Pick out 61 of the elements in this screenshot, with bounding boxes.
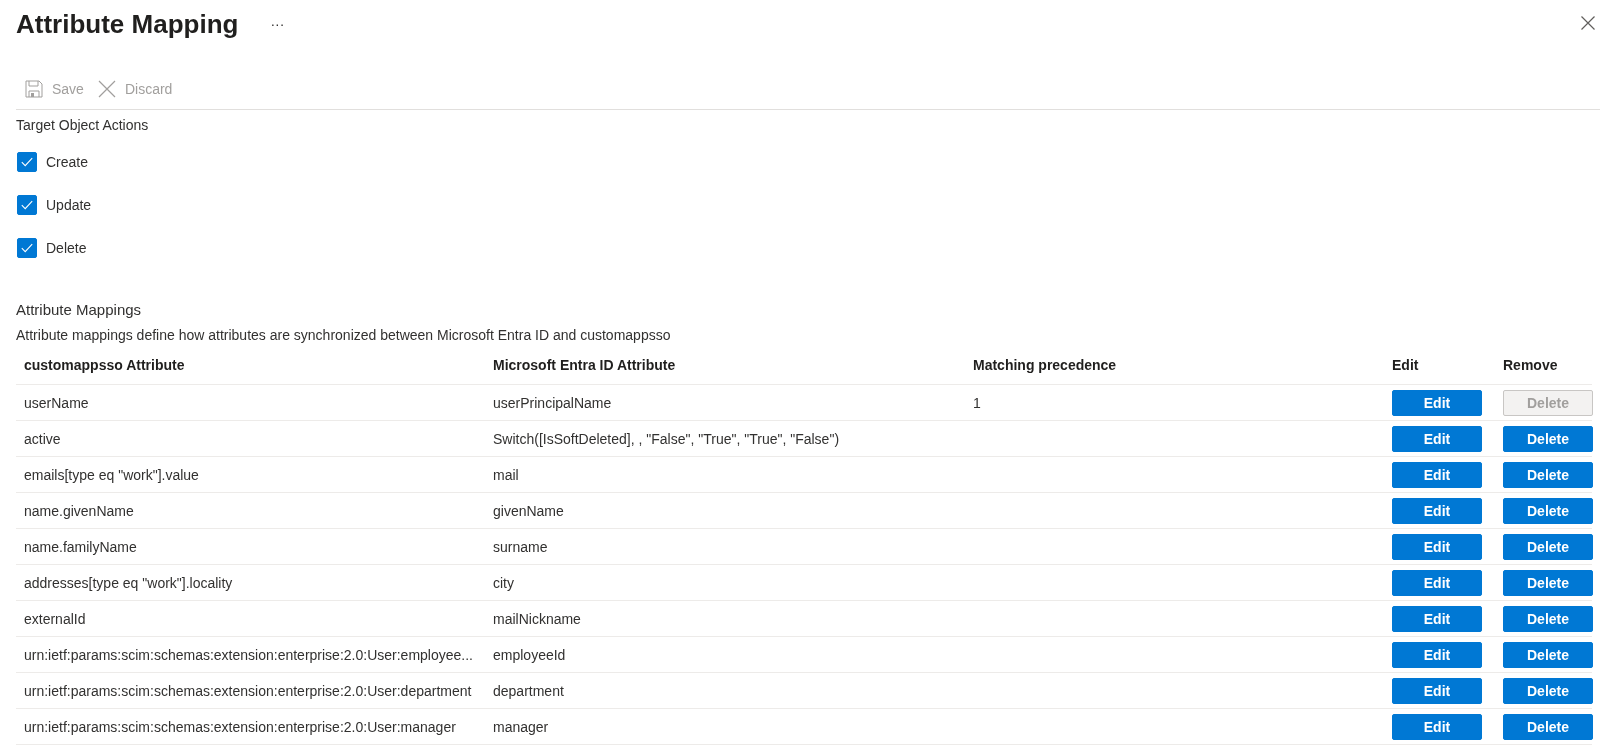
edit-button[interactable]: Edit	[1392, 677, 1482, 704]
column-header: Edit	[1392, 357, 1419, 373]
checkmark-icon	[21, 157, 33, 167]
checkbox-label: Create	[46, 154, 89, 170]
column-header: customappsso Attribute	[24, 357, 185, 373]
delete-button[interactable]: Delete	[1503, 641, 1593, 668]
table-cell: externalId	[24, 610, 86, 627]
table-cell: active	[24, 430, 61, 447]
table-cell: name.givenName	[24, 502, 134, 519]
more-options-button[interactable]: ···	[268, 16, 287, 32]
section-description: Attribute mappings define how attributes are synchronized between Microsoft Entra ID and customappsso	[16, 326, 671, 345]
table-cell: urn:ietf:params:scim:schemas:extension:enterprise:2.0:User:department	[24, 682, 472, 699]
checkmark-icon	[21, 200, 33, 210]
page-title: Attribute Mapping	[16, 8, 239, 41]
section-title: Target Object Actions	[16, 116, 149, 135]
edit-button[interactable]: Edit	[1392, 461, 1482, 488]
table-cell: urn:ietf:params:scim:schemas:extension:enterprise:2.0:User:manager	[24, 718, 456, 735]
edit-button[interactable]: Edit	[1392, 497, 1482, 524]
delete-button[interactable]: Delete	[1503, 497, 1593, 524]
table-cell: city	[493, 574, 514, 591]
checkbox[interactable]	[17, 238, 37, 258]
delete-button[interactable]: Delete	[1503, 569, 1593, 596]
delete-button[interactable]: Delete	[1503, 461, 1593, 488]
close-icon	[97, 80, 116, 98]
table-cell: addresses[type eq "work"].locality	[24, 574, 233, 591]
edit-button[interactable]: Edit	[1392, 533, 1482, 560]
delete-button[interactable]: Delete	[1503, 425, 1593, 452]
table-cell: employeeId	[493, 646, 566, 663]
delete-button[interactable]: Delete	[1503, 533, 1593, 560]
edit-button[interactable]: Edit	[1392, 389, 1482, 416]
delete-button[interactable]: Delete	[1503, 713, 1593, 740]
checkbox-label: Update	[46, 197, 92, 213]
table-cell: emails[type eq "work"].value	[24, 466, 199, 483]
edit-button[interactable]: Edit	[1392, 713, 1482, 740]
delete-button[interactable]: Delete	[1503, 677, 1593, 704]
table-cell: Switch([IsSoftDeleted], , "False", "True", "True", "False")	[493, 430, 840, 447]
table-cell: urn:ietf:params:scim:schemas:extension:enterprise:2.0:User:employee...	[24, 646, 473, 663]
table-cell: mailNickname	[493, 610, 581, 627]
table-cell: mail	[493, 466, 519, 483]
checkbox[interactable]	[17, 195, 37, 215]
column-header: Microsoft Entra ID Attribute	[493, 357, 676, 373]
column-header: Remove	[1503, 357, 1558, 373]
delete-button[interactable]: Delete	[1503, 605, 1593, 632]
edit-button[interactable]: Edit	[1392, 641, 1482, 668]
column-header: Matching precedence	[973, 357, 1117, 373]
checkbox[interactable]	[17, 152, 37, 172]
table-cell: name.familyName	[24, 538, 137, 555]
table-cell: givenName	[493, 502, 564, 519]
table-cell: manager	[493, 718, 549, 735]
table-cell: 1	[973, 394, 981, 411]
edit-button[interactable]: Edit	[1392, 569, 1482, 596]
table-cell: userPrincipalName	[493, 394, 612, 411]
checkbox-label: Delete	[46, 240, 87, 256]
checkmark-icon	[21, 243, 33, 253]
table-cell: surname	[493, 538, 548, 555]
close-icon[interactable]	[1581, 15, 1595, 30]
edit-button[interactable]: Edit	[1392, 605, 1482, 632]
table-cell: userName	[24, 394, 89, 411]
table-cell: department	[493, 682, 564, 699]
section-title: Attribute Mappings	[16, 300, 142, 320]
edit-button[interactable]: Edit	[1392, 425, 1482, 452]
